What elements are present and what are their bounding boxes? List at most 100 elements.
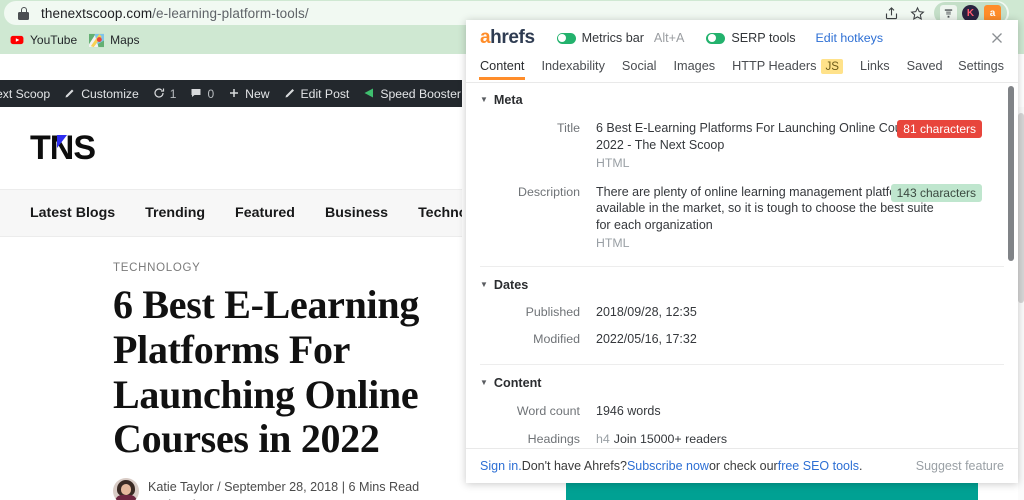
bookmark-label: Maps [110,33,140,47]
browser-window: thenextscoop.com/e-learning-platform-too… [0,0,1024,500]
article: TECHNOLOGY 6 Best E-Learning Platforms F… [0,237,462,500]
caret-down-icon: ▼ [480,95,488,104]
meta-title-value-wrap: 6 Best E-Learning Platforms For Launchin… [596,120,946,172]
url-path: /e-learning-platform-tools/ [152,5,309,21]
ahrefs-logo: ahrefs [480,27,535,49]
heading-tag: h4 [596,431,610,446]
byline-author-date: Katie Taylor / September 28, 2018 | 6 Mi… [148,480,420,495]
nav-item-trending[interactable]: Trending [145,205,205,221]
ahrefs-scrollbar-thumb[interactable] [1008,86,1014,261]
nav-item-technology[interactable]: Technology [418,205,462,221]
suggest-feature-link[interactable]: Suggest feature [916,459,1004,473]
footer-text-2: or check our [708,459,778,473]
ahrefs-panel-body: ▼ Meta Title 6 Best E-Learning Platforms… [466,83,1018,448]
plus-icon [228,87,240,101]
wp-site-name[interactable]: ext Scoop [0,87,50,101]
section-meta-header[interactable]: ▼ Meta [480,93,1004,107]
wp-updates-count: 1 [169,86,177,101]
ahrefs-panel-scrollbar[interactable] [1008,86,1014,481]
free-seo-tools-link[interactable]: free SEO tools [778,459,859,473]
page-teal-banner [566,482,978,500]
bookmark-label: YouTube [30,33,78,47]
ahrefs-tab-bar: Content Indexability Social Images HTTP … [466,56,1018,83]
wp-edit-post-label: Edit Post [300,86,350,101]
section-content-header[interactable]: ▼ Content [480,376,1004,390]
meta-description-label: Description [518,184,580,199]
wp-comments[interactable]: 0 [190,87,214,101]
ahrefs-logo-a: a [480,27,491,48]
pencil-icon [284,87,296,101]
article-category[interactable]: TECHNOLOGY [113,262,462,274]
tab-content[interactable]: Content [478,59,526,80]
logo-wedge-icon [57,134,67,148]
wp-customize[interactable]: Customize [64,87,139,101]
site-header: TNS [0,107,462,189]
wp-site-name-label: ext Scoop [0,86,51,101]
sign-in-link[interactable]: Sign in. [480,459,522,473]
byline-text: Katie Taylor / September 28, 2018 | 6 Mi… [148,478,419,500]
wp-new[interactable]: New [228,87,270,101]
tab-indexability[interactable]: Indexability [541,59,604,79]
wp-updates[interactable]: 1 [153,86,177,101]
published-value: 2018/09/28, 12:35 [596,304,697,319]
wp-edit-post[interactable]: Edit Post [284,86,350,101]
meta-title-label: Title [557,121,580,135]
word-count-value: 1946 words [596,404,661,419]
bookmark-maps[interactable]: Maps [89,33,140,48]
tab-saved[interactable]: Saved [907,59,943,79]
settings-link[interactable]: Settings [958,59,1004,79]
section-meta-title: Meta [493,93,523,107]
headings-row: Headings h4Join 15000+ readers h4Technol… [480,431,1004,448]
kadence-extension-icon[interactable]: K [962,4,979,22]
heading-item: h4 Join 15000+ readers [596,431,727,448]
meta-title-row: Title 6 Best E-Learning Platforms For La… [480,120,1004,172]
word-count-label: Word count [516,404,580,419]
published-label: Published [525,304,580,319]
page-scrollbar[interactable] [1018,107,1024,500]
metrics-bar-hotkey: Alt+A [653,31,685,45]
edit-hotkeys-link[interactable]: Edit hotkeys [816,31,884,45]
youtube-icon [10,33,24,47]
toggle-switch-on-icon[interactable] [706,32,726,44]
wp-speed-booster[interactable]: Speed Booster [363,87,461,101]
wp-speed-booster-label: Speed Booster [380,86,461,101]
divider [480,364,1004,366]
caret-down-icon: ▼ [480,378,488,388]
toggle-switch-on-icon[interactable] [556,32,576,44]
metrics-bar-toggle[interactable]: Metrics bar Alt+A [556,31,685,45]
tab-images[interactable]: Images [673,59,715,79]
word-count-row: Word count 1946 words [480,403,1004,420]
page-scrollbar-thumb[interactable] [1018,113,1024,303]
wp-comments-count: 0 [207,86,215,101]
ahrefs-extension-icon[interactable]: a [984,4,1001,22]
wp-customize-label: Customize [81,86,139,101]
close-icon[interactable] [989,30,1005,46]
tab-social[interactable]: Social [622,59,657,79]
meta-description-value: There are plenty of online learning mana… [596,184,934,232]
tab-links[interactable]: Links [860,59,890,79]
site-logo[interactable]: TNS [30,129,96,168]
subscribe-now-link[interactable]: Subscribe now [627,459,709,473]
bookmark-youtube[interactable]: YouTube [10,33,77,47]
meta-description-row: Description There are plenty of online l… [480,183,1004,252]
website-content: TNS Latest Blogs Trending Featured Busin… [0,107,462,500]
extensions-icon[interactable] [940,4,957,22]
site-navigation: Latest Blogs Trending Featured Business … [0,189,462,237]
section-dates-header[interactable]: ▼ Dates [480,278,1004,292]
ahrefs-panel-header: ahrefs Metrics bar Alt+A SERP tools Edit… [466,20,1018,56]
tab-http-headers[interactable]: HTTP Headers JS [732,59,844,79]
nav-item-latest-blogs[interactable]: Latest Blogs [30,205,115,221]
updates-icon [153,87,165,101]
meta-title-source: HTML [596,156,630,171]
ahrefs-panel-footer: Sign in. Don't have Ahrefs? Subscribe no… [466,448,1018,483]
meta-title-value: 6 Best E-Learning Platforms For Launchin… [596,121,939,152]
article-byline: Katie Taylor / September 28, 2018 | 6 Mi… [113,478,462,500]
nav-item-featured[interactable]: Featured [235,205,295,221]
dates-published-row: Published 2018/09/28, 12:35 [480,304,1004,321]
heading-text: Join 15000+ readers [613,431,728,446]
serp-tools-toggle[interactable]: SERP tools [706,31,796,45]
meta-description-char-badge: 143 characters [890,183,982,202]
nav-item-business[interactable]: Business [325,205,388,221]
dates-modified-row: Modified 2022/05/16, 17:32 [480,331,1004,348]
author-avatar [113,478,139,500]
